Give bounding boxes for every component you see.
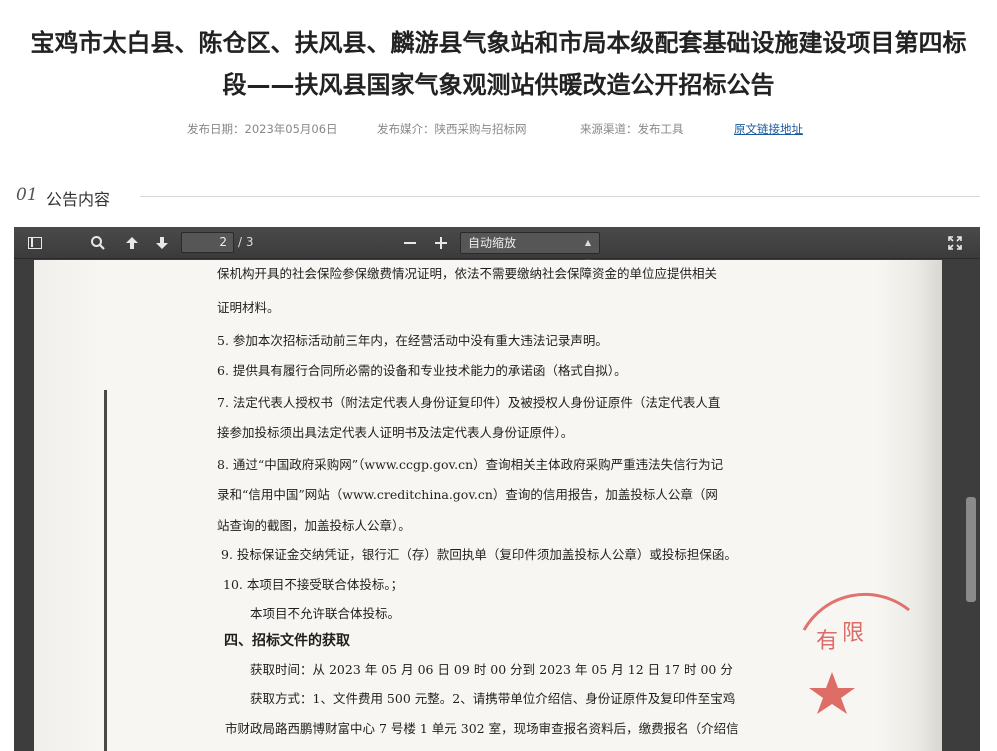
pdf-page: 保机构开具的社会保险参保缴费情况证明，依法不需要缴纳社会保障资金的单位应提供相关… <box>34 260 942 751</box>
section-divider <box>140 196 980 197</box>
section-number: 01 <box>16 185 38 205</box>
doc-line: 6. 提供具有履行合同所必需的设备和专业技术能力的承诺函（格式自拟）。 <box>217 363 627 378</box>
section-label: 公告内容 <box>46 190 111 209</box>
doc-line: 证明材料。 <box>217 300 280 315</box>
arrow-up-icon[interactable] <box>121 233 143 253</box>
article-meta: 发布日期：2023年05月06日 发布媒介：陕西采购与招标网 来源渠道：发布工具… <box>0 121 997 141</box>
minus-icon[interactable] <box>399 233 421 253</box>
pdf-toolbar: 2 / 3 自动缩放 ▲▼ <box>14 227 980 267</box>
doc-line: 9. 投标保证金交纳凭证，银行汇（存）款回执单（复印件须加盖投标人公章）或投标担… <box>221 547 737 562</box>
plus-icon[interactable] <box>430 233 452 253</box>
doc-line: 10. 本项目不接受联合体投标。； <box>223 577 404 592</box>
fullscreen-icon[interactable] <box>944 233 966 253</box>
source-channel: 来源渠道：发布工具 <box>580 122 684 136</box>
sidebar-toggle-icon[interactable] <box>24 233 46 253</box>
svg-text:限: 限 <box>842 621 864 646</box>
doc-line: 8. 通过“中国政府采购网”（www.ccgp.gov.cn）查询相关主体政府采… <box>217 457 724 472</box>
doc-line: 5. 参加本次招标活动前三年内，在经营活动中没有重大违法记录声明。 <box>217 333 608 348</box>
doc-line: 本项目不允许联合体投标。 <box>250 606 401 621</box>
arrow-down-icon[interactable] <box>151 233 173 253</box>
svg-text:有: 有 <box>816 629 838 654</box>
search-icon[interactable] <box>87 233 109 253</box>
article-title: 宝鸡市太白县、陈仓区、扶风县、麟游县气象站和市局本级配套基础设施建设项目第四标 … <box>0 22 997 106</box>
company-seal: 有 限 <box>802 592 910 714</box>
doc-line: 获取方式：1、文件费用 500 元整。2、请携带单位介绍信、身份证原件及复印件至… <box>250 691 736 706</box>
publish-date: 发布日期：2023年05月06日 <box>187 122 338 136</box>
publish-media: 发布媒介：陕西采购与招标网 <box>377 122 527 136</box>
doc-heading: 四、招标文件的获取 <box>224 633 350 649</box>
article-title-line-2: 段——扶风县国家气象观测站供暖改造公开招标公告 <box>222 71 775 99</box>
pdf-viewer: 2 / 3 自动缩放 ▲▼ 保机构开具的社会保险参保缴费情况证明，依法不需要缴纳… <box>14 227 980 751</box>
doc-line: 保机构开具的社会保险参保缴费情况证明，依法不需要缴纳社会保障资金的单位应提供相关 <box>217 266 718 281</box>
doc-line: 7. 法定代表人授权书（附法定代表人身份证复印件）及被授权人身份证原件（法定代表… <box>217 395 721 410</box>
page-number-input[interactable]: 2 <box>181 232 234 253</box>
scrollbar-thumb[interactable] <box>966 497 976 602</box>
doc-line: 录和“信用中国”网站（www.creditchina.gov.cn）查询的信用报… <box>217 487 718 502</box>
section-heading: 01 公告内容 <box>16 182 980 210</box>
doc-line: 接参加投标须出具法定代表人证明书及法定代表人身份证原件）。 <box>217 425 574 440</box>
zoom-select-value: 自动缩放 <box>468 236 517 250</box>
page-total: / 3 <box>238 235 254 249</box>
doc-line: 站查询的截图，加盖投标人公章）。 <box>217 518 411 533</box>
original-link[interactable]: 原文链接地址 <box>734 121 803 137</box>
doc-line: 市财政局路西鹏博财富中心 7 号楼 1 单元 302 室，现场审查报名资料后，缴… <box>225 721 739 736</box>
zoom-select[interactable]: 自动缩放 ▲▼ <box>460 232 600 267</box>
article-title-line-1: 宝鸡市太白县、陈仓区、扶风县、麟游县气象站和市局本级配套基础设施建设项目第四标 <box>30 29 967 57</box>
doc-line: 获取时间：从 2023 年 05 月 06 日 09 时 00 分到 2023 … <box>250 662 733 677</box>
